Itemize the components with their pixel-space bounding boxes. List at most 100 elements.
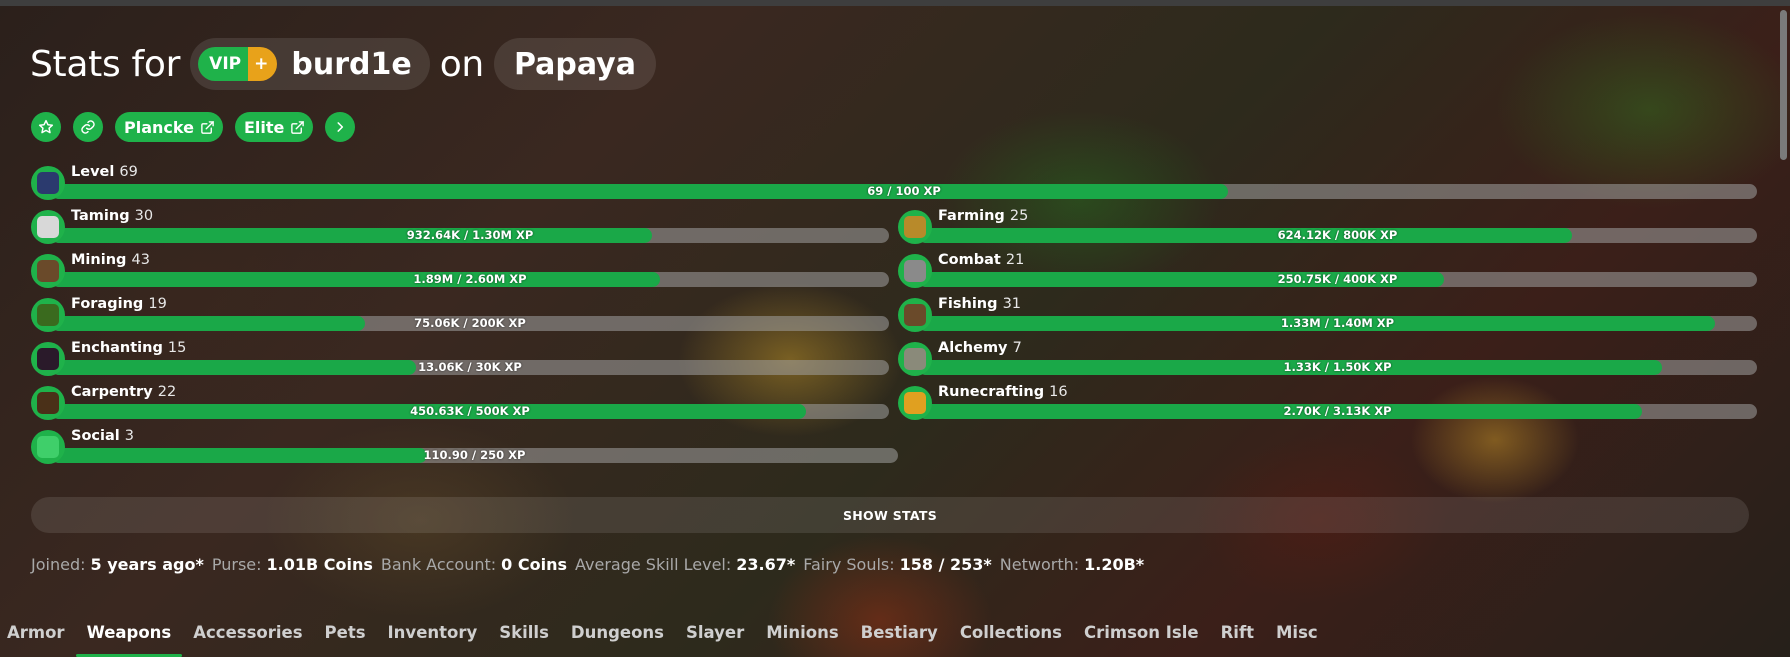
magma-cream-icon [898, 386, 932, 420]
skill-level-value: 15 [167, 340, 187, 356]
section-tabs: Armor Weapons Accessories Pets Inventory… [7, 623, 1329, 657]
progress-text: 1.89M / 2.60M XP [413, 272, 527, 286]
tab-skills[interactable]: Skills [488, 623, 560, 657]
skill-name: Taming [71, 208, 130, 224]
enchanting-table-icon [31, 342, 65, 376]
title-prefix: Stats for [30, 43, 181, 85]
scrollbar[interactable] [1780, 10, 1787, 160]
progress-text: 932.64K / 1.30M XP [406, 228, 534, 242]
progress-text: 624.12K / 800K XP [1277, 228, 1398, 242]
skill-level-value: 7 [1012, 340, 1022, 356]
plancke-button[interactable]: Plancke [115, 112, 223, 142]
joined-info: Joined: 5 years ago* [31, 555, 204, 574]
progress-track: 2.70K / 3.13K XP [918, 404, 1757, 419]
profile-name: Papaya [513, 46, 636, 82]
skill-level: Level 69 69 / 100 XP [31, 164, 1757, 203]
tab-collections[interactable]: Collections [949, 623, 1073, 657]
brewing-stand-icon [898, 342, 932, 376]
skill-name: Combat [938, 252, 1001, 268]
external-link-icon [201, 120, 214, 134]
progress-track: 1.33K / 1.50K XP [918, 360, 1757, 375]
skill-runecrafting: Runecrafting 16 2.70K / 3.13K XP [898, 384, 1757, 423]
rank-vip: VIP [198, 47, 249, 81]
bank-info: Bank Account: 0 Coins [380, 555, 567, 574]
skill-name: Alchemy [938, 340, 1008, 356]
skill-carpentry: Carpentry 22 450.63K / 500K XP [31, 384, 889, 423]
networth-info: Networth: 1.20B* [999, 555, 1145, 574]
skill-level-value: 69 [119, 164, 138, 180]
sword-icon [898, 254, 932, 288]
username: burd1e [291, 46, 412, 82]
tab-rift[interactable]: Rift [1210, 623, 1265, 657]
tab-minions[interactable]: Minions [755, 623, 849, 657]
skill-level-value: 21 [1005, 252, 1025, 268]
emerald-icon [31, 430, 65, 464]
skill-name: Social [71, 428, 120, 444]
progress-text: 75.06K / 200K XP [414, 316, 526, 330]
crafting-table-icon [31, 386, 65, 420]
progress-track: 250.75K / 400K XP [918, 272, 1757, 287]
skill-level-value: 22 [157, 384, 177, 400]
skill-name: Enchanting [71, 340, 163, 356]
elite-button[interactable]: Elite [234, 112, 314, 142]
skill-level-value: 19 [148, 296, 167, 312]
progress-track: 13.06K / 30K XP [51, 360, 889, 375]
external-link-icon [291, 120, 305, 134]
favorite-button[interactable] [31, 112, 61, 142]
skill-name: Farming [938, 208, 1005, 224]
progress-track: 1.89M / 2.60M XP [51, 272, 889, 287]
skill-social: Social 3 110.90 / 250 XP [31, 428, 898, 467]
progress-track: 69 / 100 XP [51, 184, 1757, 199]
star-icon [38, 119, 54, 134]
fairy-souls-info: Fairy Souls: 158 / 253* [803, 555, 992, 574]
progress-text: 69 / 100 XP [867, 184, 941, 198]
skill-mining: Mining 43 1.89M / 2.60M XP [31, 252, 889, 291]
copy-link-button[interactable] [73, 112, 103, 142]
progress-text: 13.06K / 30K XP [418, 360, 522, 374]
fishing-rod-icon [898, 298, 932, 332]
profile-pill[interactable]: Papaya [493, 38, 656, 90]
tab-inventory[interactable]: Inventory [377, 623, 489, 657]
tab-weapons[interactable]: Weapons [75, 623, 183, 657]
progress-text: 450.63K / 500K XP [410, 404, 530, 418]
tab-accessories[interactable]: Accessories [182, 623, 313, 657]
tab-crimson-isle[interactable]: Crimson Isle [1073, 623, 1210, 657]
show-stats-button[interactable]: SHOW STATS [31, 497, 1749, 533]
progress-track: 450.63K / 500K XP [51, 404, 889, 419]
chevron-right-icon [337, 122, 344, 132]
tab-bestiary[interactable]: Bestiary [850, 623, 949, 657]
tab-armor[interactable]: Armor [7, 623, 76, 657]
plancke-label: Plancke [124, 117, 194, 137]
sapling-icon [31, 298, 65, 332]
player-pill: VIP + burd1e [190, 38, 430, 90]
skill-name: Fishing [938, 296, 998, 312]
skill-taming: Taming 30 932.64K / 1.30M XP [31, 208, 889, 247]
tab-dungeons[interactable]: Dungeons [560, 623, 675, 657]
more-button[interactable] [325, 112, 356, 142]
skill-level-value: 16 [1049, 384, 1068, 400]
farming-icon [898, 210, 932, 244]
rank-badge: VIP + [198, 47, 278, 81]
top-border [0, 0, 1790, 6]
progress-text: 1.33K / 1.50K XP [1283, 360, 1392, 374]
skill-enchanting: Enchanting 15 13.06K / 30K XP [31, 340, 889, 379]
progress-track: 932.64K / 1.30M XP [51, 228, 889, 243]
skill-farming: Farming 25 624.12K / 800K XP [898, 208, 1757, 247]
skill-level-value: 3 [124, 428, 135, 444]
toolbar: Plancke Elite [31, 112, 356, 142]
tab-misc[interactable]: Misc [1265, 623, 1329, 657]
tab-pets[interactable]: Pets [314, 623, 377, 657]
profile-info: Joined: 5 years ago* Purse: 1.01B Coins Ba… [31, 555, 1144, 574]
skill-name: Level [71, 164, 115, 180]
skill-level-value: 25 [1009, 208, 1029, 224]
elite-label: Elite [243, 117, 285, 137]
pickaxe-icon [31, 254, 65, 288]
progress-text: 110.90 / 250 XP [423, 448, 526, 462]
skill-level-value: 31 [1002, 296, 1022, 312]
progress-text: 1.33M / 1.40M XP [1280, 316, 1395, 330]
tab-slayer[interactable]: Slayer [675, 623, 755, 657]
rank-plus: + [248, 47, 278, 81]
progress-track: 75.06K / 200K XP [51, 316, 889, 331]
avg-skill-info: Average Skill Level: 23.67* [575, 555, 796, 574]
skill-name: Foraging [71, 296, 144, 312]
